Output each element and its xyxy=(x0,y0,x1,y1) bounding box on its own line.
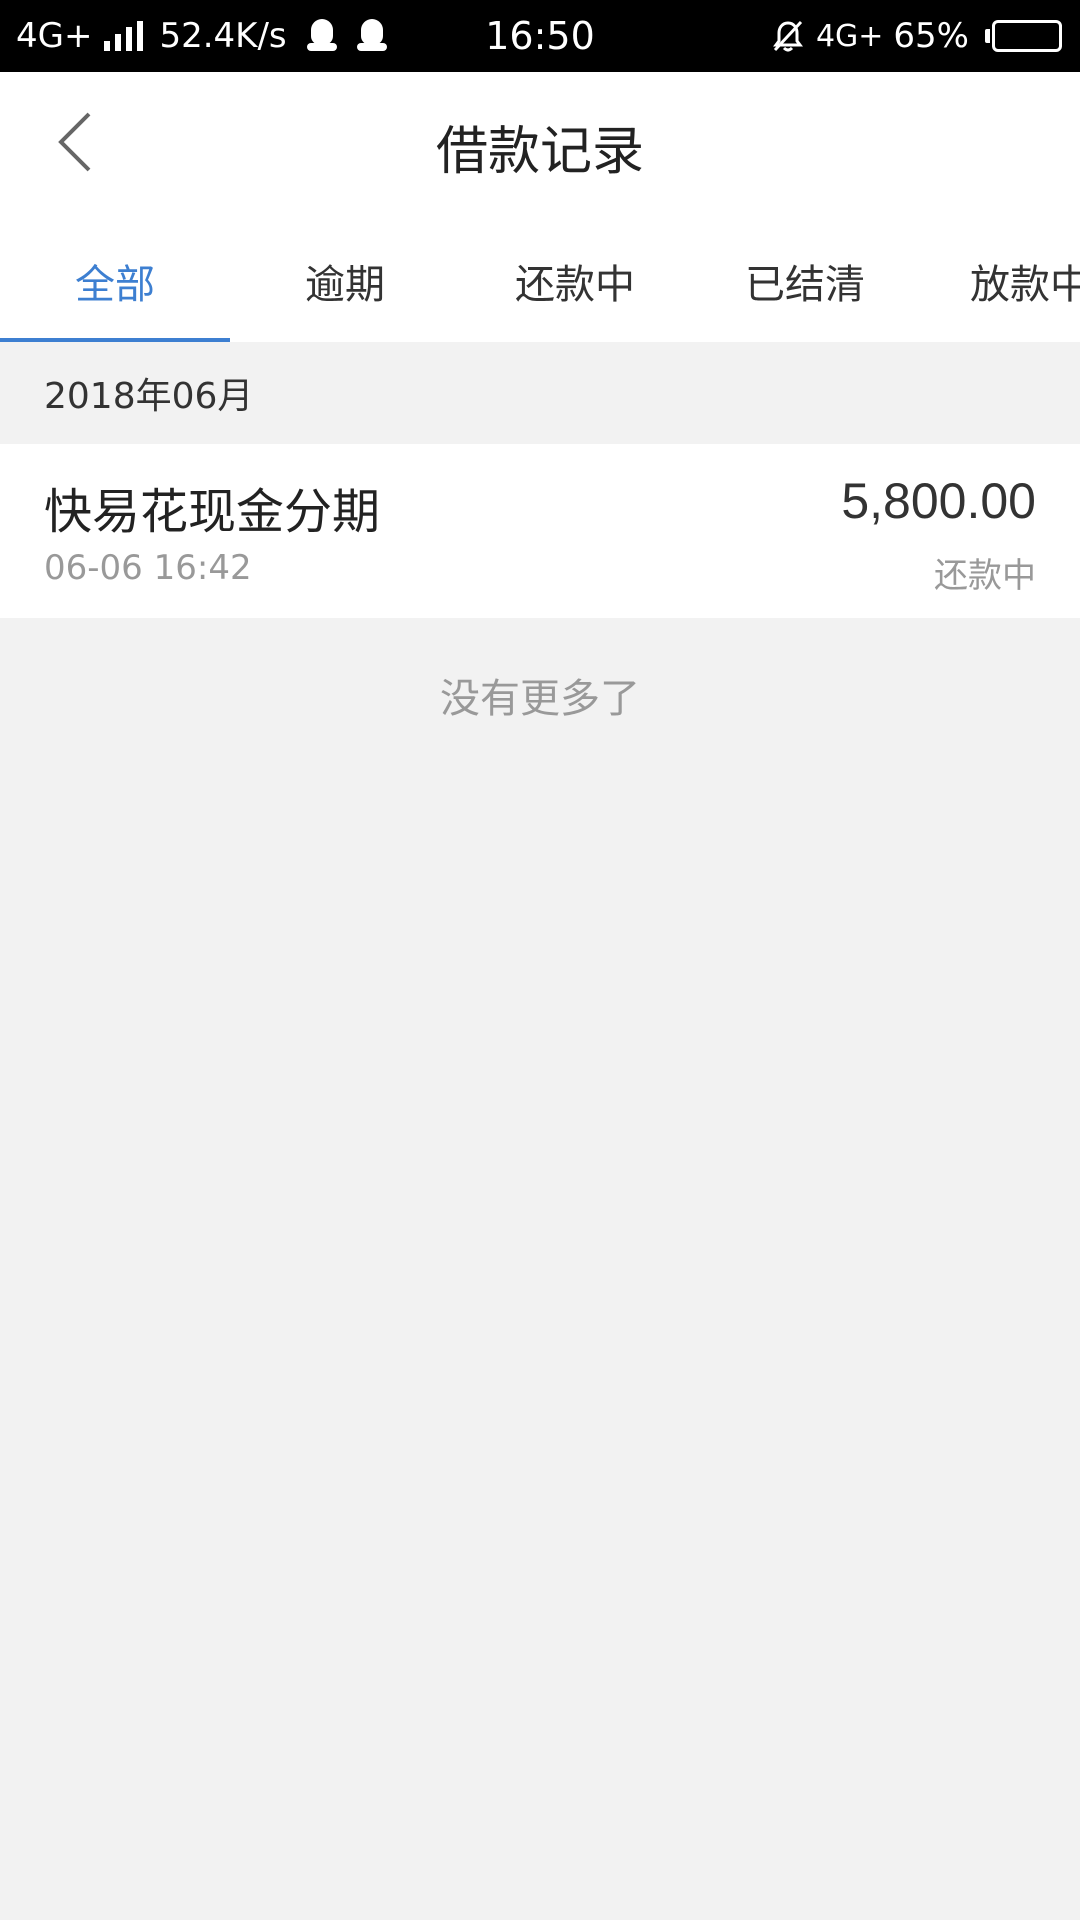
tab-all[interactable]: 全部 xyxy=(0,220,230,342)
battery-icon xyxy=(985,20,1062,52)
loan-name: 快易花现金分期 xyxy=(44,484,381,540)
loan-amount: 5,800.00 xyxy=(841,473,1036,529)
tab-bar: 全部 逾期 还款中 已结清 放款中 xyxy=(0,220,1080,342)
network-type-label: 4G+ xyxy=(815,18,884,54)
status-bar-left: 4G+ 52.4K/s xyxy=(16,0,387,72)
tab-overdue[interactable]: 逾期 xyxy=(230,220,460,342)
back-button[interactable] xyxy=(40,102,110,182)
page-title: 借款记录 xyxy=(435,121,644,182)
battery-percent: 65% xyxy=(893,16,969,56)
tab-disbursing[interactable]: 放款中 xyxy=(920,220,1080,342)
status-bar-right: 4G+ 65% xyxy=(770,0,1062,72)
qq-notification-icon xyxy=(306,19,337,53)
header-bar: 借款记录 xyxy=(0,72,1080,220)
qq-notification-icon xyxy=(356,19,387,53)
chevron-left-icon xyxy=(58,112,91,172)
loan-status: 还款中 xyxy=(934,556,1036,596)
signal-strength-icon xyxy=(104,21,144,51)
network-type-label: 4G+ xyxy=(16,16,93,56)
network-speed: 52.4K/s xyxy=(159,16,287,56)
bell-muted-icon xyxy=(772,20,803,52)
loan-time: 06-06 16:42 xyxy=(44,548,252,588)
tab-settled[interactable]: 已结清 xyxy=(690,220,920,342)
loan-list-item[interactable]: 快易花现金分期 06-06 16:42 5,800.00 还款中 xyxy=(0,444,1080,618)
no-more-label: 没有更多了 xyxy=(440,676,640,722)
month-section-header: 2018年06月 xyxy=(0,342,1080,444)
tab-repaying[interactable]: 还款中 xyxy=(460,220,690,342)
status-bar: 4G+ 52.4K/s 16:50 4G+ 65% xyxy=(0,0,1080,72)
